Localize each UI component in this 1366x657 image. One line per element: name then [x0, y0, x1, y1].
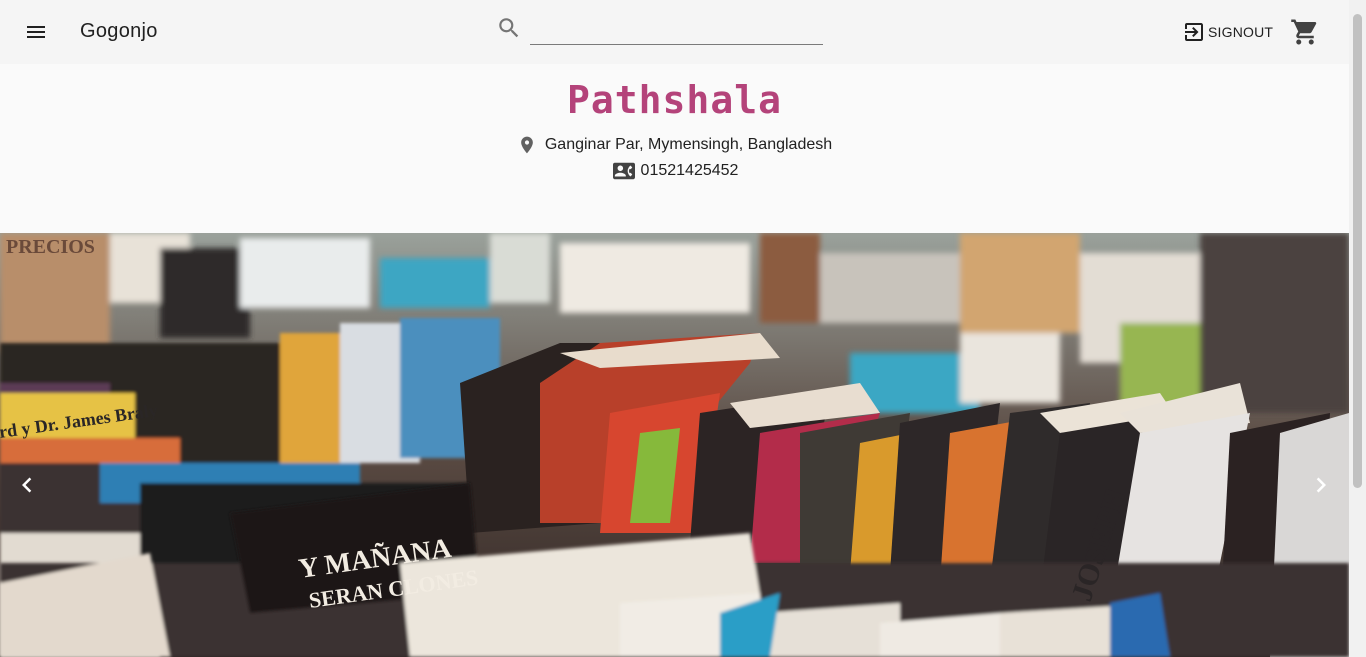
store-address: Ganginar Par, Mymensingh, Bangladesh — [544, 136, 833, 153]
app-bar: Gogonjo SIGNOUT — [0, 0, 1349, 64]
carousel-prev-button[interactable] — [10, 468, 44, 502]
menu-button[interactable] — [16, 16, 56, 48]
page-scrollbar[interactable] — [1349, 0, 1366, 657]
store-phone: 01521425452 — [640, 162, 739, 179]
search-input[interactable] — [530, 14, 823, 45]
search-icon — [499, 18, 519, 38]
signout-button[interactable]: SIGNOUT — [1182, 18, 1273, 46]
store-header: Pathshala Ganginar Par, Mymensingh, Bang… — [0, 64, 1349, 233]
signout-label: SIGNOUT — [1208, 24, 1274, 40]
store-address-row: Ganginar Par, Mymensingh, Bangladesh — [0, 134, 1349, 156]
chevron-right-icon — [1316, 477, 1326, 493]
brand-title[interactable]: Gogonjo — [80, 20, 158, 43]
cart-button[interactable] — [1290, 17, 1320, 47]
menu-icon — [27, 26, 45, 38]
store-phone-row: 01521425452 — [0, 160, 1349, 182]
photo-text-precios: PRECIOS — [6, 236, 95, 258]
image-carousel: PRECIOS rd y Dr. James Braly Y MAÑANA SE… — [0, 233, 1349, 657]
location-pin-icon — [521, 136, 533, 154]
contact-phone-icon — [612, 162, 635, 180]
chevron-left-icon — [22, 477, 32, 493]
store-name: Pathshala — [567, 78, 782, 122]
page: Gogonjo SIGNOUT Pathshala Ganginar Par, … — [0, 0, 1366, 657]
shopping-cart-icon — [1291, 19, 1317, 45]
carousel-next-button[interactable] — [1304, 468, 1338, 502]
bookstore-shelves-photo: PRECIOS rd y Dr. James Braly Y MAÑANA SE… — [0, 233, 1349, 657]
exit-to-app-icon — [1185, 23, 1203, 41]
scrollbar-thumb[interactable] — [1353, 14, 1362, 488]
